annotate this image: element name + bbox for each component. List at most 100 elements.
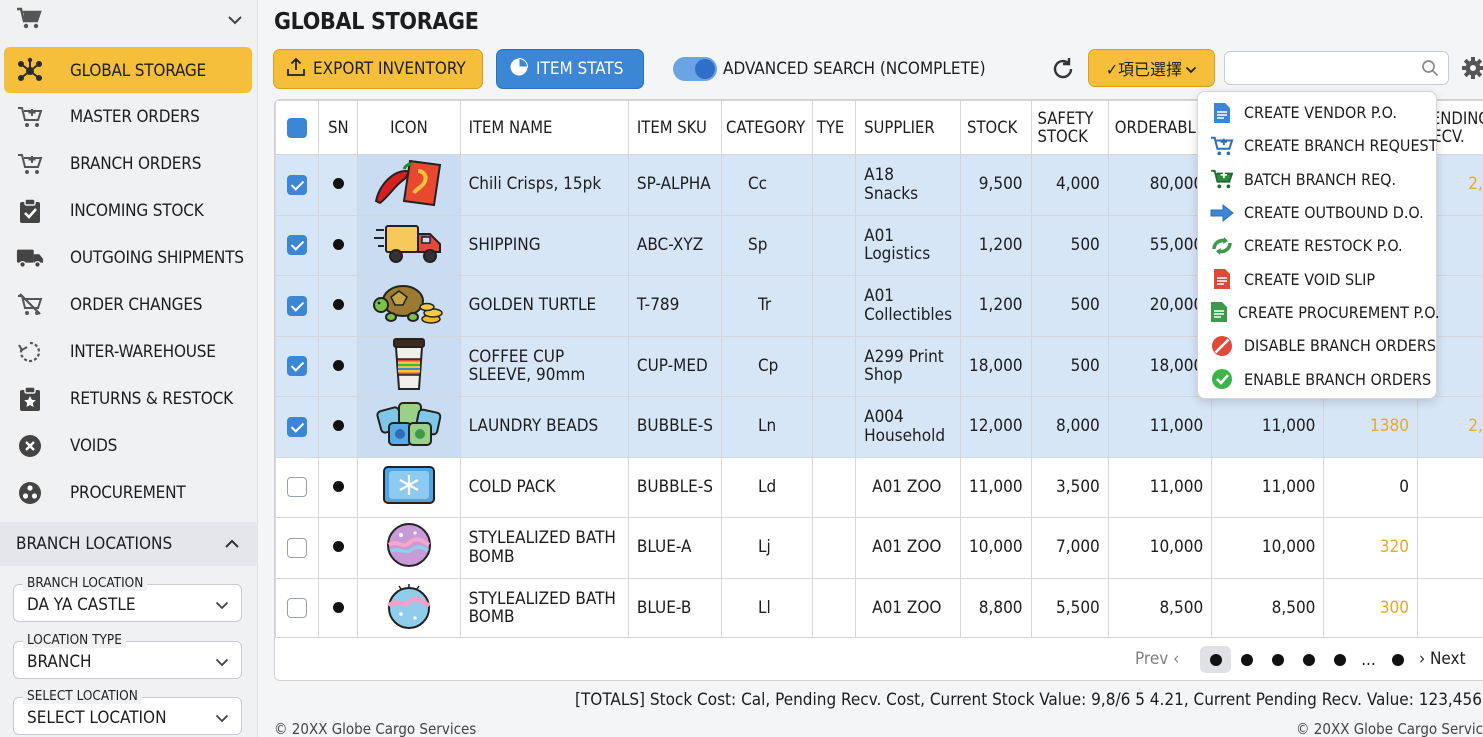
sidebar-item-branch-orders[interactable]: BRANCH ORDERS: [0, 140, 258, 187]
col-header-category[interactable]: CATEGORY: [720, 100, 813, 155]
status-dot: [332, 541, 344, 553]
page-dot[interactable]: [1382, 646, 1413, 673]
chevron-down-icon: [215, 596, 229, 614]
menu-item-enable-branch-orders[interactable]: ENABLE BRANCH ORDERS: [1198, 362, 1436, 395]
table-row[interactable]: STYLEALIZED BATH BOMB BLUE-B Ll A01 ZOO …: [275, 577, 1483, 639]
row-checkbox-cell[interactable]: [275, 577, 320, 639]
col-header-item-name[interactable]: ITEM NAME: [459, 100, 629, 155]
checkbox[interactable]: [287, 295, 308, 316]
type-cell: [811, 154, 857, 216]
category-cell: Sp: [720, 214, 813, 276]
item-name-cell: Chili Crisps, 15pk: [459, 154, 629, 216]
selected-actions-button[interactable]: ✓項已選擇: [1088, 49, 1215, 87]
cart-icon[interactable]: [16, 6, 42, 34]
refresh-icon[interactable]: [1050, 56, 1076, 86]
checkbox[interactable]: [287, 537, 308, 558]
col-header-sn[interactable]: SN: [318, 100, 359, 155]
checkbox[interactable]: [287, 174, 308, 195]
menu-item-create-procurement-po[interactable]: CREATE PROCUREMENT P.O.: [1198, 296, 1440, 329]
select-location-select[interactable]: SELECT LOCATION SELECT LOCATION: [13, 688, 242, 735]
page-dot[interactable]: [1293, 646, 1324, 673]
supplier-cell: A01 Collectibles: [855, 275, 962, 337]
safety-stock-cell: 7,000: [1030, 517, 1109, 579]
col10-cell: 10,000: [1211, 517, 1325, 579]
col-header-item-sku[interactable]: ITEM SKU: [627, 100, 722, 155]
advanced-search-toggle[interactable]: [673, 57, 717, 81]
pending-recv-cell: 500: [1416, 517, 1483, 579]
menu-item-create-void-slip[interactable]: CREATE VOID SLIP: [1198, 262, 1436, 295]
sidebar-item-voids[interactable]: VOIDS: [0, 422, 258, 469]
page-dot[interactable]: [1262, 646, 1293, 673]
checkbox[interactable]: [287, 598, 308, 619]
checkbox[interactable]: [287, 117, 308, 138]
stock-cell: 18,000: [960, 335, 1032, 397]
next-page-button[interactable]: › Next: [1419, 649, 1466, 669]
page-dot[interactable]: [1231, 646, 1262, 673]
menu-item-disable-branch-orders[interactable]: DISABLE BRANCH ORDERS: [1198, 329, 1436, 362]
checkbox[interactable]: [287, 356, 308, 377]
chevron-up-icon[interactable]: [224, 534, 240, 554]
category-cell: Lj: [720, 517, 813, 579]
col-header-stock[interactable]: STOCK: [960, 100, 1032, 155]
col-header-type[interactable]: TYE: [811, 100, 857, 155]
sidebar-item-returns-restock[interactable]: RETURNS & RESTOCK: [0, 375, 258, 422]
table-row[interactable]: COLD PACK BUBBLE-S Ld A01 ZOO 11,000 3,5…: [275, 456, 1483, 518]
col-header-supplier[interactable]: SUPPLIER: [855, 100, 962, 155]
prev-page-button[interactable]: Prev ‹: [1135, 649, 1179, 669]
sidebar-header: [0, 0, 257, 40]
sidebar-item-master-orders[interactable]: MASTER ORDERS: [0, 93, 258, 140]
sidebar-item-label: RETURNS & RESTOCK: [70, 389, 233, 409]
checkbox[interactable]: [287, 416, 308, 437]
row-checkbox-cell[interactable]: [275, 456, 320, 518]
item-name-cell: LAUNDRY BEADS: [459, 396, 629, 458]
menu-item-batch-branch-req[interactable]: BATCH BRANCH REQ.: [1198, 163, 1436, 196]
table-row[interactable]: LAUNDRY BEADS BUBBLE-S Ln A004 Household…: [275, 396, 1483, 458]
selected-actions-label: ✓項已選擇: [1105, 60, 1183, 79]
page-ellipsis: ...: [1361, 649, 1376, 670]
menu-item-create-vendor-po[interactable]: CREATE VENDOR P.O.: [1198, 96, 1436, 129]
safety-stock-cell: 500: [1030, 275, 1109, 337]
sidebar-item-outgoing-shipments[interactable]: OUTGOING SHIPMENTS: [0, 234, 258, 281]
sidebar-item-inter-warehouse[interactable]: INTER-WAREHOUSE: [0, 328, 258, 375]
category-cell: Ln: [720, 396, 813, 458]
stock-cell: 1,200: [960, 214, 1032, 276]
col-header-icon[interactable]: ICON: [357, 100, 461, 155]
chevron-down-icon[interactable]: [227, 11, 243, 29]
page-dot[interactable]: [1324, 646, 1355, 673]
row-checkbox-cell[interactable]: [275, 154, 320, 216]
cart-plus-icon: [16, 150, 44, 178]
branch-location-select[interactable]: BRANCH LOCATION DA YA CASTLE: [13, 575, 242, 622]
export-inventory-button[interactable]: EXPORT INVENTORY: [273, 49, 483, 89]
stock-cell: 9,500: [960, 154, 1032, 216]
location-type-select[interactable]: LOCATION TYPE BRANCH: [13, 632, 242, 679]
col-header-safety-stock[interactable]: SAFETY STOCK: [1030, 100, 1109, 155]
search-input[interactable]: [1224, 51, 1449, 85]
sidebar-item-order-changes[interactable]: ORDER CHANGES: [0, 281, 258, 328]
gear-icon[interactable]: [1461, 56, 1483, 84]
row-checkbox-cell[interactable]: [275, 214, 320, 276]
page-dots: ...: [1200, 646, 1413, 673]
branch-locations-header[interactable]: BRANCH LOCATIONS: [0, 522, 258, 566]
menu-item-create-outbound-do[interactable]: CREATE OUTBOUND D.O.: [1198, 196, 1436, 229]
menu-item-create-restock-po[interactable]: CREATE RESTOCK P.O.: [1198, 229, 1436, 262]
table-row[interactable]: STYLEALIZED BATH BOMB BLUE-A Lj A01 ZOO …: [275, 517, 1483, 579]
row-checkbox-cell[interactable]: [275, 517, 320, 579]
sidebar-item-incoming-stock[interactable]: INCOMING STOCK: [0, 187, 258, 234]
footer-copyright-left: © 20XX Globe Cargo Services: [274, 720, 477, 737]
pending-recv-cell: 0: [1416, 456, 1483, 518]
row-checkbox-cell[interactable]: [275, 335, 320, 397]
item-sku-cell: CUP-MED: [627, 335, 722, 397]
sidebar-item-procurement[interactable]: PROCUREMENT: [0, 469, 258, 516]
menu-item-create-branch-request[interactable]: CREATE BRANCH REQUEST: [1198, 129, 1438, 162]
row-checkbox-cell[interactable]: [275, 275, 320, 337]
row-checkbox-cell[interactable]: [275, 396, 320, 458]
select-all-checkbox[interactable]: [275, 100, 320, 155]
menu-item-label: CREATE BRANCH REQUEST: [1244, 136, 1438, 156]
menu-item-label: ENABLE BRANCH ORDERS: [1244, 369, 1432, 389]
checkbox[interactable]: [287, 477, 308, 498]
sidebar-item-global-storage[interactable]: GLOBAL STORAGE: [4, 47, 252, 93]
col11-cell: 0: [1323, 456, 1418, 518]
checkbox[interactable]: [287, 235, 308, 256]
page-dot-current[interactable]: [1200, 646, 1231, 673]
item-stats-button[interactable]: ITEM STATS: [496, 49, 644, 89]
